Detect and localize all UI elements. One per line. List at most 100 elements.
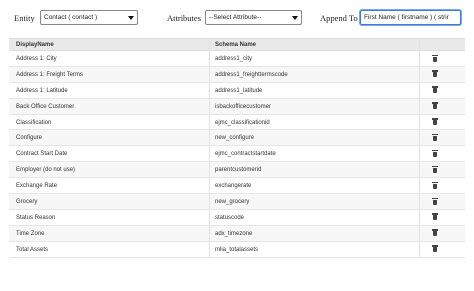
delete-row-button[interactable] (432, 245, 439, 253)
trash-lid (432, 197, 438, 200)
column-divider (419, 114, 420, 130)
trash-can (433, 183, 437, 189)
table-row: Grocery new_grocery (9, 194, 465, 210)
delete-row-button[interactable] (432, 118, 439, 126)
cell-display-name: Time Zone (16, 230, 45, 237)
cell-schema-name: address1_city (215, 56, 253, 62)
toolbar: Entity Contact ( contact ) Attributes --… (0, 0, 474, 36)
cell-display-name: Address 1: Freight Terms (16, 71, 83, 78)
trash-can (433, 72, 437, 78)
trash-lid (432, 181, 438, 184)
delete-row-button[interactable] (432, 102, 439, 110)
column-divider (209, 162, 210, 178)
column-divider (419, 98, 420, 114)
trash-can (433, 56, 437, 62)
cell-display-name: Back Office Customer (16, 103, 75, 110)
table-row: Employer (do not use) parentcustomerid (9, 162, 465, 179)
table-row: Exchange Rate exchangerate (9, 178, 465, 195)
column-divider (419, 146, 420, 162)
cell-display-name: Address 1: Latitude (16, 87, 68, 94)
grid-body: Address 1: City address1_city Address 1: F… (9, 51, 465, 258)
column-divider (209, 39, 210, 50)
delete-row-button[interactable] (432, 229, 439, 237)
attributes-grid: DisplayName Schema Name Address 1: City a… (9, 38, 465, 258)
entity-select[interactable]: Contact ( contact ) (40, 10, 138, 25)
cell-schema-name: ejmc_classificationid (215, 119, 270, 126)
column-divider (209, 51, 210, 66)
trash-can (433, 231, 437, 237)
column-divider (209, 130, 210, 146)
table-row: Address 1: City address1_city (9, 51, 465, 67)
chevron-down-icon (292, 16, 298, 20)
cell-schema-name: parentcustomerid (215, 167, 262, 174)
cell-schema-name: statuscode (215, 214, 245, 221)
column-divider (419, 241, 420, 257)
table-row: Contract Start Date ejmc_contractstartdat… (9, 146, 465, 163)
append-to-select-value: First Name ( firstname ) ( strir (364, 14, 449, 21)
entity-select-value: Contact ( contact ) (44, 14, 98, 21)
cell-schema-name: exchangerate (215, 183, 252, 190)
column-divider (419, 209, 420, 225)
column-divider (209, 114, 210, 130)
trash-can (433, 104, 437, 110)
column-divider (419, 130, 420, 146)
column-divider (419, 51, 420, 66)
table-row: Address 1: Freight Terms address1_freight… (9, 66, 465, 83)
attributes-label: Attributes (167, 13, 201, 23)
column-divider (209, 66, 210, 82)
trash-can (433, 120, 437, 126)
cell-schema-name: address1_freighttermscode (215, 71, 288, 78)
column-divider (419, 178, 420, 194)
cell-schema-name: ejmc_contractstartdate (215, 151, 276, 158)
cell-display-name: Classification (16, 119, 52, 126)
cell-display-name: Grocery (16, 199, 38, 206)
trash-can (433, 135, 437, 141)
column-divider (419, 194, 420, 209)
append-to-select[interactable]: First Name ( firstname ) ( strir (360, 10, 461, 25)
cell-schema-name: mlia_totalassets (215, 246, 259, 253)
trash-can (433, 167, 437, 173)
column-divider (419, 162, 420, 178)
cell-schema-name: address1_latitude (215, 87, 263, 94)
table-row: Back Office Customer isbackofficecustomer (9, 98, 465, 115)
column-divider (419, 82, 420, 98)
column-header-displayname: DisplayName (16, 42, 54, 48)
cell-schema-name: new_grocery (215, 199, 250, 206)
column-divider (209, 241, 210, 257)
cell-schema-name: new_configure (215, 135, 255, 142)
delete-row-button[interactable] (432, 213, 439, 221)
grid-header: DisplayName Schema Name (9, 38, 465, 51)
delete-row-button[interactable] (432, 197, 439, 206)
table-row: Classification ejmc_classificationid (9, 114, 465, 131)
cell-schema-name: isbackofficecustomer (215, 103, 271, 110)
trash-can (433, 247, 437, 253)
table-row: Configure new_configure (9, 130, 465, 147)
cell-display-name: Status Reason (16, 214, 56, 221)
cell-display-name: Contract Start Date (16, 151, 68, 158)
attributes-select[interactable]: --Select Attribute-- (205, 10, 302, 25)
column-divider (419, 66, 420, 82)
delete-row-button[interactable] (432, 70, 439, 78)
column-divider (209, 194, 210, 209)
delete-row-button[interactable] (432, 165, 439, 174)
column-divider (209, 209, 210, 225)
column-divider (419, 225, 420, 241)
column-divider (209, 178, 210, 194)
column-header-schema-name: Schema Name (215, 42, 257, 48)
table-row: Total Assets mlia_totalassets (9, 241, 465, 258)
append-to-label: Append To (320, 13, 358, 23)
column-divider (209, 82, 210, 98)
trash-can (433, 151, 437, 157)
delete-row-button[interactable] (432, 86, 439, 94)
table-row: Time Zone adx_timezone (9, 225, 465, 242)
column-divider (209, 225, 210, 241)
delete-row-button[interactable] (432, 181, 439, 190)
column-divider (419, 39, 420, 50)
trash-can (433, 215, 437, 221)
delete-row-button[interactable] (432, 149, 439, 158)
delete-row-button[interactable] (432, 54, 439, 63)
cell-display-name: Employer (do not use) (16, 167, 76, 174)
table-row: Status Reason statuscode (9, 209, 465, 226)
delete-row-button[interactable] (432, 133, 439, 142)
cell-display-name: Address 1: City (16, 56, 57, 62)
